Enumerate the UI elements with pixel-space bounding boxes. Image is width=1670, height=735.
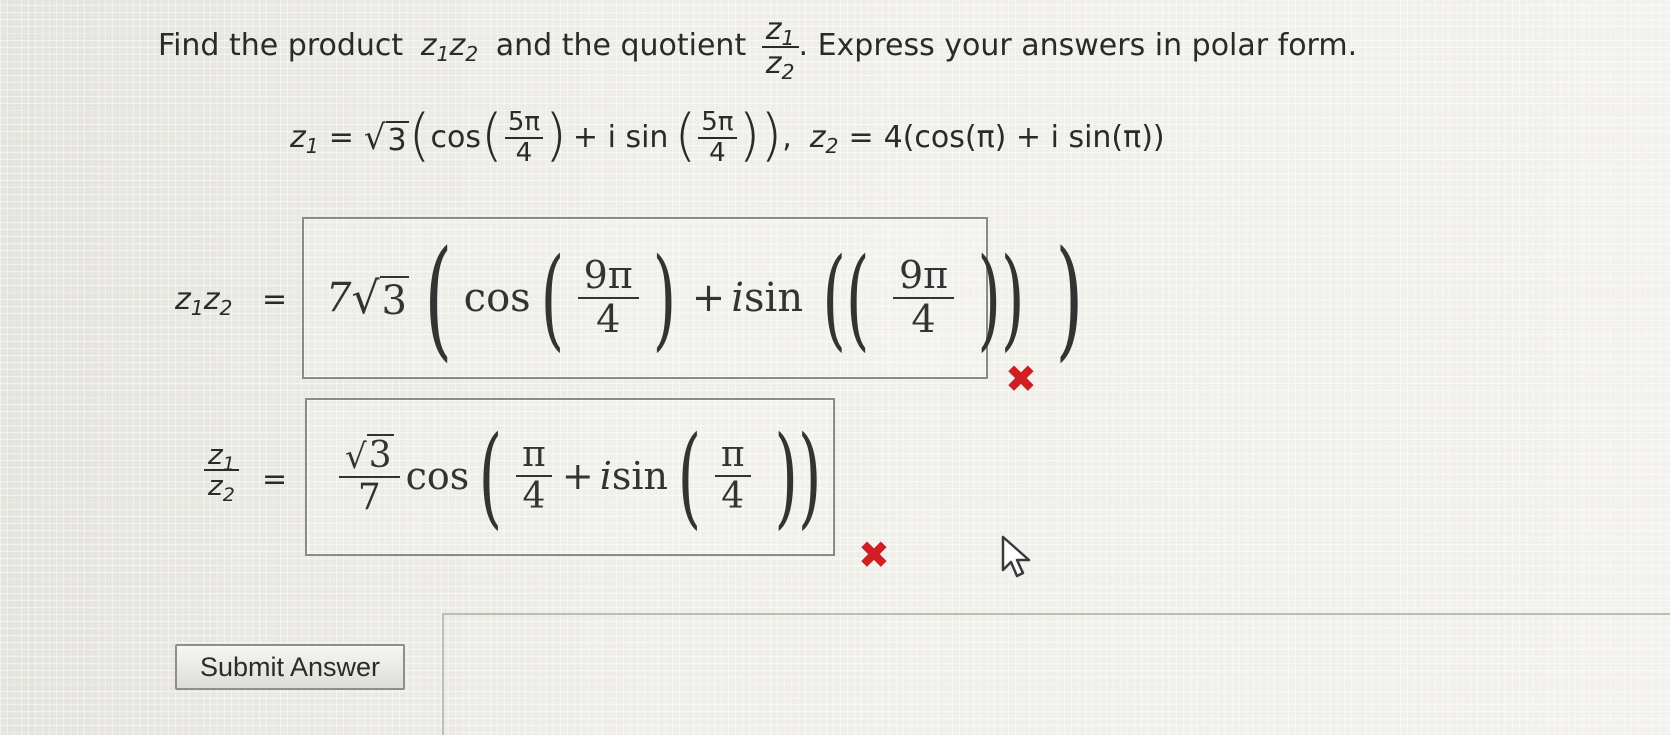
question-text: Find the product z1z2 and the quotient z… xyxy=(158,12,1358,84)
equals-sign: = xyxy=(262,282,288,317)
quotient-label: z1 z2 xyxy=(204,440,239,505)
product-answer-box[interactable]: 7 √ 3 ( cos ( 9π 4 ) + i sin (( 9π 4 )) ) xyxy=(302,217,1083,379)
angle-fraction: 5π 4 xyxy=(504,108,544,167)
product-expression: z1z2 xyxy=(420,28,479,67)
z1-label: z1 xyxy=(290,120,319,159)
quotient-answer-expression: √ 3 7 cos ( π4 + i sin ( π4 )) xyxy=(335,404,840,548)
sqrt-three: √ 3 xyxy=(363,117,409,158)
submit-answer-button[interactable]: Submit Answer xyxy=(175,644,405,690)
feedback-panel xyxy=(442,613,1670,735)
quotient-fraction: z1 z2 xyxy=(761,14,799,82)
equals-sign-2: = xyxy=(262,462,288,497)
z2-label: z2 xyxy=(809,120,839,159)
given-values: z1 = √ 3 ( cos ( 5π 4 ) + i sin ( 5π 4 )) ,… xyxy=(290,102,1165,168)
x-mark-icon: ✖ xyxy=(1005,357,1037,401)
x-mark-icon-2: ✖ xyxy=(858,533,890,577)
product-answer-expression: 7 √ 3 ( cos ( 9π 4 ) + i sin (( 9π 4 )) ) xyxy=(326,222,1084,374)
quotient-answer-box[interactable]: √ 3 7 cos ( π4 + i sin ( π4 )) xyxy=(305,398,835,556)
product-label: z1z2 xyxy=(175,282,233,321)
z2-value: 4(cos(π) + i sin(π)) xyxy=(883,120,1165,156)
mouse-pointer-icon xyxy=(1000,534,1034,584)
angle-fraction-2: 5π 4 xyxy=(698,108,737,167)
